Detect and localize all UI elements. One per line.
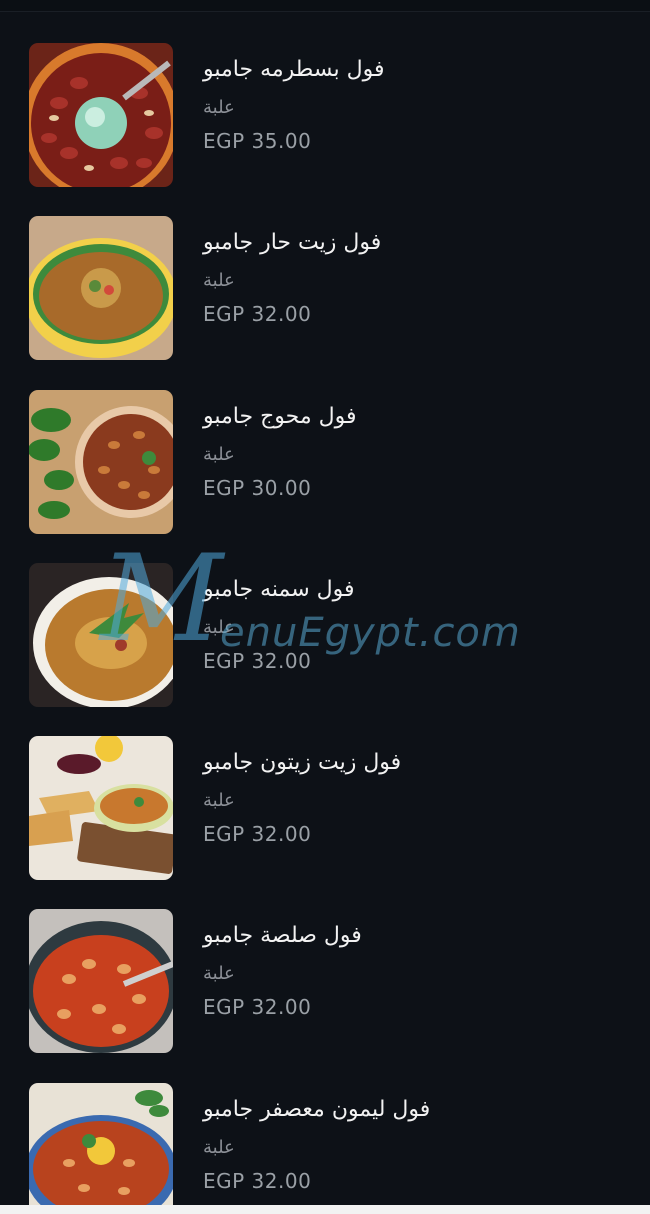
status-strip bbox=[0, 0, 650, 12]
item-unit: علبة bbox=[203, 97, 235, 118]
food-image bbox=[29, 390, 173, 534]
item-unit: علبة bbox=[203, 790, 235, 811]
menu-item[interactable]: فول زيت حار جامبو علبة EGP 32.00 bbox=[0, 216, 650, 361]
item-unit: علبة bbox=[203, 1137, 235, 1158]
item-price: EGP 32.00 bbox=[203, 1169, 312, 1193]
item-name: فول بسطرمه جامبو bbox=[203, 57, 385, 82]
menu-item[interactable]: فول زيت زيتون جامبو علبة EGP 32.00 bbox=[0, 736, 650, 881]
menu-item[interactable]: فول محوج جامبو علبة EGP 30.00 bbox=[0, 390, 650, 535]
item-price: EGP 30.00 bbox=[203, 476, 312, 500]
menu-page: فول بسطرمه جامبو علبة EGP 35.00 فول زيت … bbox=[0, 0, 650, 1214]
menu-item[interactable]: فول ليمون معصفر جامبو علبة EGP 32.00 bbox=[0, 1083, 650, 1214]
bottom-edge bbox=[0, 1205, 650, 1214]
item-name: فول زيت زيتون جامبو bbox=[203, 750, 402, 775]
item-unit: علبة bbox=[203, 617, 235, 638]
item-price: EGP 32.00 bbox=[203, 649, 312, 673]
menu-item[interactable]: فول بسطرمه جامبو علبة EGP 35.00 bbox=[0, 43, 650, 188]
food-image bbox=[29, 216, 173, 360]
menu-item[interactable]: فول سمنه جامبو علبة EGP 32.00 bbox=[0, 563, 650, 708]
item-unit: علبة bbox=[203, 270, 235, 291]
item-name: فول سمنه جامبو bbox=[203, 577, 355, 602]
menu-item[interactable]: فول صلصة جامبو علبة EGP 32.00 bbox=[0, 909, 650, 1054]
food-image bbox=[29, 909, 173, 1053]
item-unit: علبة bbox=[203, 444, 235, 465]
food-image bbox=[29, 736, 173, 880]
item-name: فول محوج جامبو bbox=[203, 404, 357, 429]
food-image bbox=[29, 563, 173, 707]
item-price: EGP 32.00 bbox=[203, 302, 312, 326]
item-price: EGP 32.00 bbox=[203, 822, 312, 846]
item-price: EGP 35.00 bbox=[203, 129, 312, 153]
item-name: فول زيت حار جامبو bbox=[203, 230, 382, 255]
food-image bbox=[29, 1083, 173, 1214]
item-unit: علبة bbox=[203, 963, 235, 984]
item-name: فول صلصة جامبو bbox=[203, 923, 362, 948]
item-price: EGP 32.00 bbox=[203, 995, 312, 1019]
food-image bbox=[29, 43, 173, 187]
item-name: فول ليمون معصفر جامبو bbox=[203, 1097, 431, 1122]
